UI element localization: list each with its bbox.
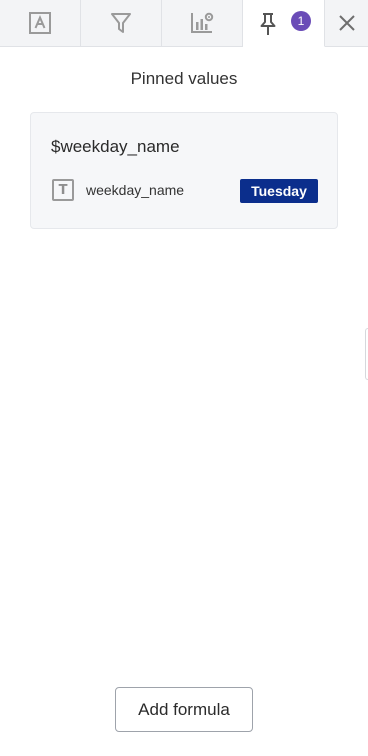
text-type-icon: T [52,179,74,201]
pinned-value-badge[interactable]: Tuesday [240,179,318,203]
panel-title: Pinned values [130,69,238,88]
add-formula-button[interactable]: Add formula [115,687,253,732]
tab-text-format[interactable] [0,0,81,47]
close-icon [338,14,356,32]
filter-icon [109,11,133,35]
variable-name: weekday_name [86,182,185,198]
chart-settings-icon [189,11,215,35]
text-format-icon [28,11,52,35]
tab-bar: 1 [0,0,368,47]
pinned-variable-title: $weekday_name [51,137,180,156]
pinned-count-badge: 1 [291,11,311,31]
tab-filter[interactable] [81,0,162,47]
close-button[interactable] [325,0,368,47]
pinned-value-card: $weekday_name T weekday_name Tuesday [30,112,338,229]
tab-pinned-values[interactable]: 1 [243,0,325,47]
tab-chart-settings[interactable] [162,0,243,47]
pin-icon [258,12,278,36]
